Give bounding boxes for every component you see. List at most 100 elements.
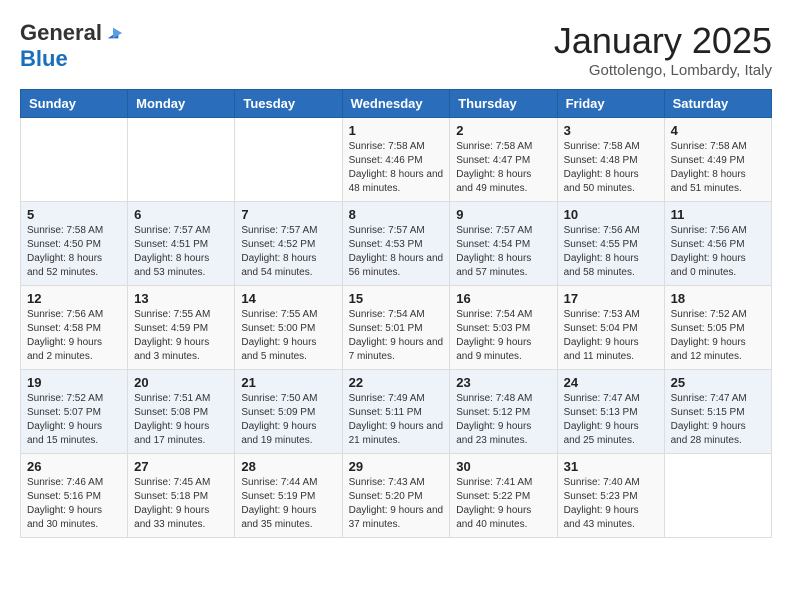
day-number: 2 (456, 123, 550, 138)
day-number: 21 (241, 375, 335, 390)
page-header: General Blue January 2025 Gottolengo, Lo… (20, 20, 772, 79)
day-info: Sunrise: 7:52 AMSunset: 5:05 PMDaylight:… (671, 308, 765, 364)
day-number: 31 (564, 459, 658, 474)
day-number: 9 (456, 207, 550, 222)
calendar-cell: 3Sunrise: 7:58 AMSunset: 4:48 PMDaylight… (557, 118, 664, 202)
day-info: Sunrise: 7:49 AMSunset: 5:11 PMDaylight:… (349, 392, 444, 448)
calendar-cell: 18 Sunrise: 7:52 AMSunset: 5:05 PMDayligh… (664, 286, 771, 370)
calendar-cell: 6Sunrise: 7:57 AMSunset: 4:51 PMDaylight… (128, 202, 235, 286)
calendar-cell: 20 Sunrise: 7:51 AMSunset: 5:08 PMDayligh… (128, 370, 235, 454)
day-info: Sunrise: 7:47 AMSunset: 5:13 PMDaylight:… (564, 392, 658, 448)
logo: General Blue (20, 20, 122, 72)
day-number: 8 (349, 207, 444, 222)
day-info: Sunrise: 7:55 AMSunset: 5:00 PMDaylight:… (241, 308, 335, 364)
calendar-cell: 24 Sunrise: 7:47 AMSunset: 5:13 PMDayligh… (557, 370, 664, 454)
calendar-cell: 21 Sunrise: 7:50 AMSunset: 5:09 PMDayligh… (235, 370, 342, 454)
calendar-cell: 31 Sunrise: 7:40 AMSunset: 5:23 PMDayligh… (557, 454, 664, 538)
day-info: Sunrise: 7:58 AMSunset: 4:49 PMDaylight:… (671, 140, 765, 196)
day-number: 20 (134, 375, 228, 390)
day-number: 14 (241, 291, 335, 306)
day-number: 12 (27, 291, 121, 306)
day-info: Sunrise: 7:50 AMSunset: 5:09 PMDaylight:… (241, 392, 335, 448)
day-number: 28 (241, 459, 335, 474)
day-number: 26 (27, 459, 121, 474)
day-number: 27 (134, 459, 228, 474)
day-info: Sunrise: 7:58 AMSunset: 4:47 PMDaylight:… (456, 140, 550, 196)
calendar-cell: 25Sunrise: 7:47 AMSunset: 5:15 PMDayligh… (664, 370, 771, 454)
calendar-cell: 5 Sunrise: 7:58 AMSunset: 4:50 PMDaylight… (21, 202, 128, 286)
day-info: Sunrise: 7:58 AMSunset: 4:46 PMDaylight:… (349, 140, 444, 196)
day-info: Sunrise: 7:40 AMSunset: 5:23 PMDaylight:… (564, 476, 658, 532)
day-info: Sunrise: 7:58 AMSunset: 4:50 PMDaylight:… (27, 224, 121, 280)
weekday-header: Thursday (450, 90, 557, 118)
calendar-cell: 9 Sunrise: 7:57 AMSunset: 4:54 PMDaylight… (450, 202, 557, 286)
calendar-cell: 4Sunrise: 7:58 AMSunset: 4:49 PMDaylight… (664, 118, 771, 202)
calendar-cell (235, 118, 342, 202)
day-info: Sunrise: 7:56 AMSunset: 4:56 PMDaylight:… (671, 224, 765, 280)
location-subtitle: Gottolengo, Lombardy, Italy (554, 62, 772, 79)
calendar-cell: 26Sunrise: 7:46 AMSunset: 5:16 PMDayligh… (21, 454, 128, 538)
day-number: 18 (671, 291, 765, 306)
calendar-week-row: 5 Sunrise: 7:58 AMSunset: 4:50 PMDaylight… (21, 202, 772, 286)
day-info: Sunrise: 7:55 AMSunset: 4:59 PMDaylight:… (134, 308, 228, 364)
calendar-cell: 1 Sunrise: 7:58 AMSunset: 4:46 PMDaylight… (342, 118, 450, 202)
calendar-table: SundayMondayTuesdayWednesdayThursdayFrid… (20, 89, 772, 538)
calendar-cell: 14 Sunrise: 7:55 AMSunset: 5:00 PMDayligh… (235, 286, 342, 370)
logo-blue-text: Blue (20, 46, 68, 72)
day-number: 15 (349, 291, 444, 306)
logo-icon (104, 24, 122, 42)
day-info: Sunrise: 7:47 AMSunset: 5:15 PMDaylight:… (671, 392, 765, 448)
calendar-week-row: 19Sunrise: 7:52 AMSunset: 5:07 PMDayligh… (21, 370, 772, 454)
day-info: Sunrise: 7:44 AMSunset: 5:19 PMDaylight:… (241, 476, 335, 532)
calendar-week-row: 1 Sunrise: 7:58 AMSunset: 4:46 PMDaylight… (21, 118, 772, 202)
day-info: Sunrise: 7:57 AMSunset: 4:53 PMDaylight:… (349, 224, 444, 280)
day-info: Sunrise: 7:57 AMSunset: 4:54 PMDaylight:… (456, 224, 550, 280)
day-number: 16 (456, 291, 550, 306)
calendar-cell: 28 Sunrise: 7:44 AMSunset: 5:19 PMDayligh… (235, 454, 342, 538)
calendar-week-row: 26Sunrise: 7:46 AMSunset: 5:16 PMDayligh… (21, 454, 772, 538)
logo-general-text: General (20, 20, 102, 46)
day-info: Sunrise: 7:45 AMSunset: 5:18 PMDaylight:… (134, 476, 228, 532)
calendar-cell: 8 Sunrise: 7:57 AMSunset: 4:53 PMDaylight… (342, 202, 450, 286)
calendar-cell (664, 454, 771, 538)
day-number: 30 (456, 459, 550, 474)
day-number: 10 (564, 207, 658, 222)
calendar-cell: 15 Sunrise: 7:54 AMSunset: 5:01 PMDayligh… (342, 286, 450, 370)
day-number: 24 (564, 375, 658, 390)
calendar-header-row: SundayMondayTuesdayWednesdayThursdayFrid… (21, 90, 772, 118)
calendar-cell: 16 Sunrise: 7:54 AMSunset: 5:03 PMDayligh… (450, 286, 557, 370)
calendar-cell: 10 Sunrise: 7:56 AMSunset: 4:55 PMDayligh… (557, 202, 664, 286)
calendar-cell: 12 Sunrise: 7:56 AMSunset: 4:58 PMDayligh… (21, 286, 128, 370)
weekday-header: Friday (557, 90, 664, 118)
day-info: Sunrise: 7:48 AMSunset: 5:12 PMDaylight:… (456, 392, 550, 448)
day-number: 7 (241, 207, 335, 222)
weekday-header: Tuesday (235, 90, 342, 118)
day-number: 5 (27, 207, 121, 222)
day-number: 19 (27, 375, 121, 390)
calendar-week-row: 12 Sunrise: 7:56 AMSunset: 4:58 PMDayligh… (21, 286, 772, 370)
calendar-cell: 27 Sunrise: 7:45 AMSunset: 5:18 PMDayligh… (128, 454, 235, 538)
day-info: Sunrise: 7:54 AMSunset: 5:03 PMDaylight:… (456, 308, 550, 364)
calendar-cell: 2 Sunrise: 7:58 AMSunset: 4:47 PMDaylight… (450, 118, 557, 202)
calendar-cell: 19Sunrise: 7:52 AMSunset: 5:07 PMDayligh… (21, 370, 128, 454)
calendar-cell (21, 118, 128, 202)
day-number: 13 (134, 291, 228, 306)
day-info: Sunrise: 7:57 AMSunset: 4:51 PMDaylight:… (134, 224, 228, 280)
day-info: Sunrise: 7:51 AMSunset: 5:08 PMDaylight:… (134, 392, 228, 448)
day-info: Sunrise: 7:56 AMSunset: 4:58 PMDaylight:… (27, 308, 121, 364)
weekday-header: Monday (128, 90, 235, 118)
calendar-cell: 7Sunrise: 7:57 AMSunset: 4:52 PMDaylight… (235, 202, 342, 286)
weekday-header: Sunday (21, 90, 128, 118)
calendar-cell: 22Sunrise: 7:49 AMSunset: 5:11 PMDayligh… (342, 370, 450, 454)
title-block: January 2025 Gottolengo, Lombardy, Italy (554, 20, 772, 79)
day-number: 17 (564, 291, 658, 306)
month-title: January 2025 (554, 20, 772, 62)
day-number: 23 (456, 375, 550, 390)
day-info: Sunrise: 7:54 AMSunset: 5:01 PMDaylight:… (349, 308, 444, 364)
calendar-cell: 29Sunrise: 7:43 AMSunset: 5:20 PMDayligh… (342, 454, 450, 538)
day-number: 1 (349, 123, 444, 138)
calendar-cell: 17Sunrise: 7:53 AMSunset: 5:04 PMDayligh… (557, 286, 664, 370)
day-info: Sunrise: 7:56 AMSunset: 4:55 PMDaylight:… (564, 224, 658, 280)
day-number: 11 (671, 207, 765, 222)
day-info: Sunrise: 7:58 AMSunset: 4:48 PMDaylight:… (564, 140, 658, 196)
